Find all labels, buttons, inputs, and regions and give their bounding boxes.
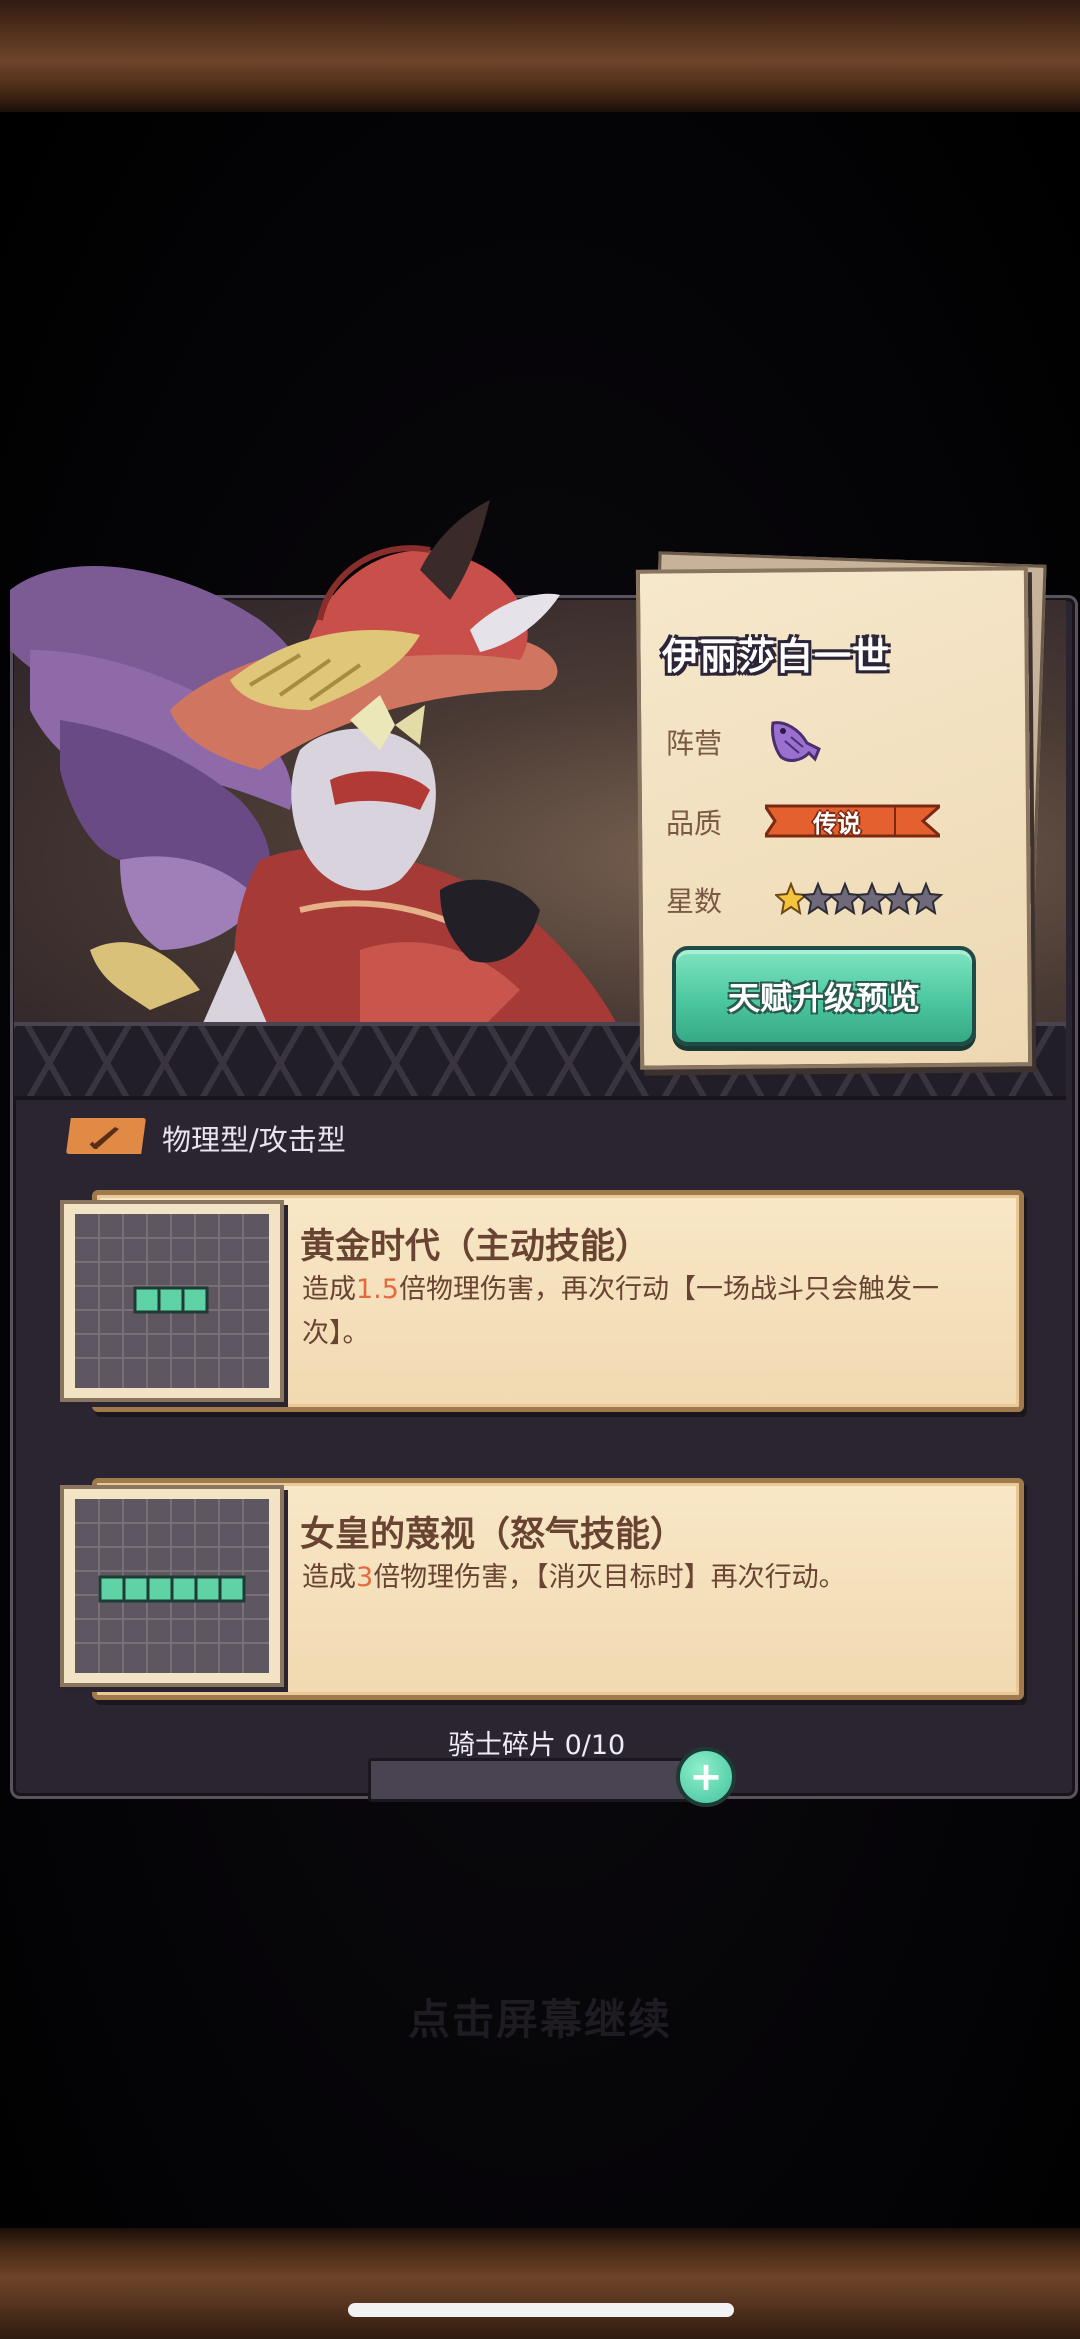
bottom-wood-frame bbox=[0, 2228, 1080, 2339]
skill-2-range-grid bbox=[60, 1485, 284, 1687]
quality-label: 品质 bbox=[666, 807, 723, 840]
star-empty-icon bbox=[800, 881, 836, 916]
star-filled-icon bbox=[775, 881, 809, 916]
star-empty-icon bbox=[881, 881, 917, 916]
knight-shards-progress-bar bbox=[368, 1758, 696, 1802]
camp-label: 阵营 bbox=[666, 727, 723, 760]
skill-1-description: 造成1.5倍物理伤害，再次行动【一场战斗只会触发一次】。 bbox=[302, 1274, 939, 1349]
sword-icon bbox=[66, 1118, 146, 1154]
tap-to-continue-text[interactable]: 点击屏幕继续 bbox=[0, 1986, 1080, 2047]
hero-portrait bbox=[10, 500, 621, 1030]
skill-2-description: 造成3倍物理伤害，【消灭目标时】再次行动。 bbox=[302, 1562, 846, 1593]
star-rating bbox=[775, 881, 944, 916]
skill-2-title: 女皇的蔑视（怒气技能） bbox=[300, 1515, 686, 1555]
talent-upgrade-preview-button[interactable]: 天赋升级预览 bbox=[672, 946, 976, 1046]
hero-type-label: 物理型/攻击型 bbox=[162, 1123, 346, 1157]
hero-name: 伊丽莎白一世 bbox=[662, 635, 890, 678]
star-empty-icon bbox=[854, 881, 890, 916]
quality-value: 传说 bbox=[813, 810, 861, 838]
top-wood-frame bbox=[0, 0, 1080, 112]
skill-1-range-grid bbox=[60, 1200, 284, 1402]
knight-shards-label: 骑士碎片 0/10 bbox=[448, 1730, 626, 1761]
star-empty-icon bbox=[827, 881, 863, 916]
star-empty-icon bbox=[908, 881, 944, 916]
home-indicator[interactable] bbox=[348, 2303, 734, 2317]
skill-1-title: 黄金时代（主动技能） bbox=[300, 1227, 651, 1267]
add-shards-button[interactable]: + bbox=[676, 1747, 736, 1807]
purple-fish-icon bbox=[771, 721, 821, 762]
stars-label: 星数 bbox=[666, 885, 723, 918]
